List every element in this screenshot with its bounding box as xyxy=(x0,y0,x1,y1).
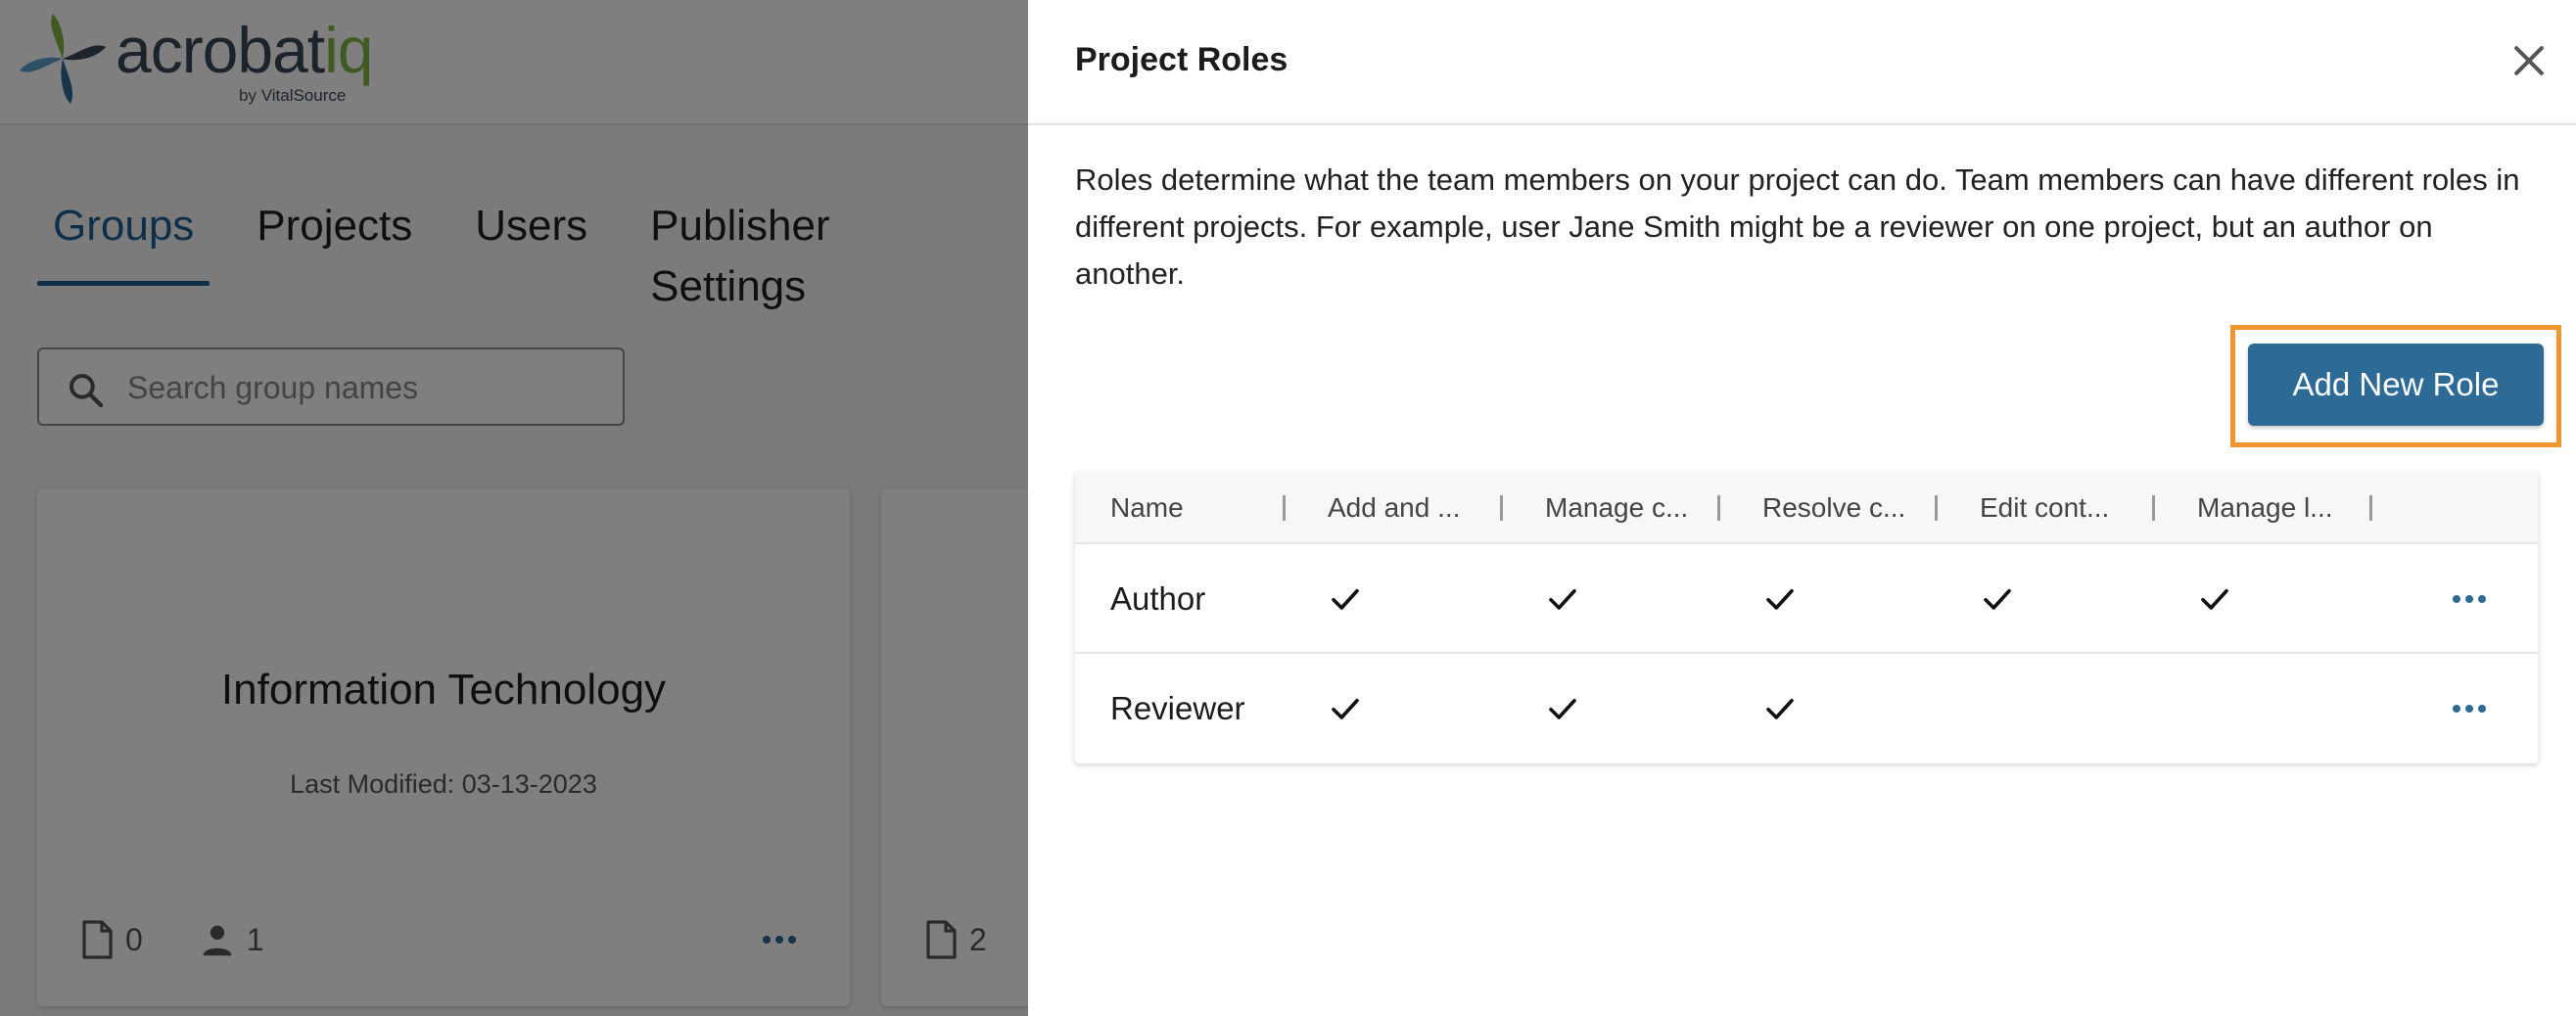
close-icon[interactable] xyxy=(2507,39,2551,82)
column-header-name[interactable]: Name xyxy=(1110,472,1184,544)
more-horizontal-icon[interactable] xyxy=(2450,697,2489,720)
check-icon xyxy=(1549,698,1576,719)
drawer-header: Project Roles xyxy=(1028,0,2576,125)
table-header: Name Add and ... Manage c... Resolve c..… xyxy=(1075,472,2538,544)
drawer-title: Project Roles xyxy=(1075,41,1288,78)
role-name: Author xyxy=(1110,580,1206,617)
role-name: Reviewer xyxy=(1110,690,1245,726)
column-header[interactable]: Resolve c... xyxy=(1762,472,1905,544)
column-resize-handle[interactable] xyxy=(1935,495,1938,521)
background-app: acrobatiq by VitalSource Groups Projects… xyxy=(0,0,1126,1016)
column-resize-handle[interactable] xyxy=(1717,495,1720,521)
column-resize-handle[interactable] xyxy=(1500,495,1503,521)
check-icon xyxy=(1984,588,2011,610)
more-horizontal-icon[interactable] xyxy=(2450,587,2489,611)
roles-description: Roles determine what the team members on… xyxy=(1075,162,2520,291)
table-row[interactable]: Reviewer xyxy=(1075,654,2538,763)
column-header[interactable]: Edit cont... xyxy=(1980,472,2109,544)
check-icon xyxy=(2201,588,2228,610)
column-header[interactable]: Manage c... xyxy=(1545,472,1688,544)
column-header[interactable]: Manage l... xyxy=(2197,472,2333,544)
modal-scrim[interactable] xyxy=(0,0,1028,1016)
project-roles-drawer: Project Roles Roles determine what the t… xyxy=(1028,0,2576,1016)
column-header[interactable]: Add and ... xyxy=(1328,472,1460,544)
check-icon xyxy=(1766,588,1794,610)
roles-table: Name Add and ... Manage c... Resolve c..… xyxy=(1075,472,2538,763)
check-icon xyxy=(1766,698,1794,719)
check-icon xyxy=(1332,588,1359,610)
column-resize-handle[interactable] xyxy=(2369,495,2372,521)
table-row[interactable]: Author xyxy=(1075,544,2538,654)
column-resize-handle[interactable] xyxy=(2152,495,2155,521)
column-resize-handle[interactable] xyxy=(1283,495,1286,521)
check-icon xyxy=(1332,698,1359,719)
add-new-role-button[interactable]: Add New Role xyxy=(2248,344,2544,426)
check-icon xyxy=(1549,588,1576,610)
